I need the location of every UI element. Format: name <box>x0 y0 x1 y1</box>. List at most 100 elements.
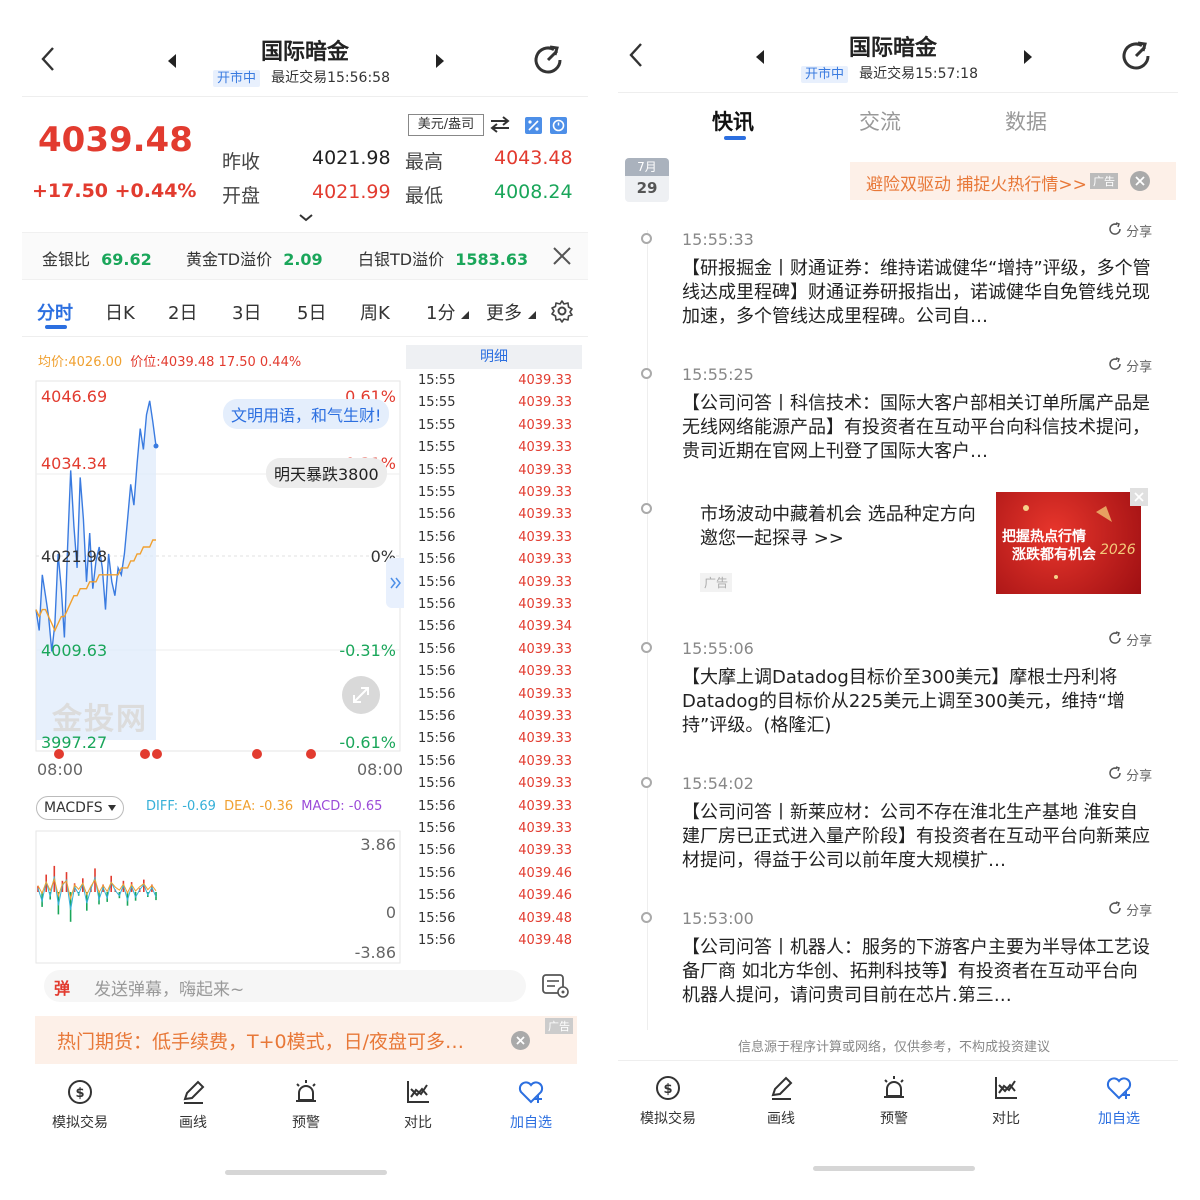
indicator-select[interactable]: MACDFS <box>36 796 124 820</box>
detail-panel-header: 明细 <box>406 345 582 369</box>
macd-dea: DEA: -0.36 <box>224 799 294 814</box>
toolbar-sim-trade[interactable]: $ 模拟交易 <box>612 1074 724 1128</box>
event-marker[interactable] <box>140 749 150 759</box>
chart-settings-button[interactable] <box>550 299 574 323</box>
toolbar-add-watchlist-label: 加自选 <box>1098 1111 1140 1127</box>
heart-plus-icon <box>518 1081 544 1104</box>
promo-text: 避险双驱动 捕捉火热行情>> <box>866 175 1087 195</box>
alarm-bell-icon <box>884 1076 904 1098</box>
detail-time: 15:55 <box>418 485 456 500</box>
dollar-coin-icon: $ <box>68 1080 92 1104</box>
detail-row: 15:56 4039.34 <box>406 619 582 641</box>
prev-instrument-button[interactable] <box>754 49 768 65</box>
expand-detail-handle[interactable] <box>386 558 404 608</box>
expand-quote-button[interactable] <box>298 208 314 222</box>
share-label: 分享 <box>1126 225 1153 240</box>
news-item[interactable]: 【研报掘金丨财通证券：维持诺诚健华“增持”评级，多个管线达成里程碑】财通证券研报… <box>682 257 1152 329</box>
ad-banner[interactable]: 热门期货：低手续费，T+0模式，日/夜盘可多… 广告 <box>35 1016 577 1064</box>
event-marker[interactable] <box>252 749 262 759</box>
currency-select[interactable]: 美元/盎司 <box>408 114 484 136</box>
promo-banner[interactable]: 避险双驱动 捕捉火热行情>> 广告 <box>850 162 1176 200</box>
close-ratio-bar-button[interactable] <box>552 246 572 266</box>
tab-3day[interactable]: 3日 <box>232 299 261 325</box>
detail-row: 15:56 4039.33 <box>406 687 582 709</box>
detail-time: 15:56 <box>418 933 456 948</box>
timeline-dot <box>641 642 652 653</box>
detail-time: 15:55 <box>418 417 456 433</box>
promo-tag: 广告 <box>1090 173 1118 189</box>
detail-price: 4039.33 <box>518 574 572 590</box>
tab-more[interactable]: 更多 <box>486 299 536 325</box>
detail-time: 15:56 <box>418 843 456 859</box>
news-item[interactable]: 【公司问答丨科信技术：国际大客户部相关订单所属产品是无线网络能源产品】有投资者在… <box>682 392 1152 464</box>
share-button[interactable]: 分享 <box>1108 765 1152 784</box>
tab-weekly-k[interactable]: 周K <box>360 299 390 325</box>
toolbar-compare[interactable]: 对比 <box>950 1074 1062 1128</box>
next-instrument-button[interactable] <box>434 53 448 69</box>
toolbar-draw-line[interactable]: 画线 <box>725 1074 837 1128</box>
tab-1min[interactable]: 1分 <box>426 299 470 325</box>
ad-item-image[interactable]: 把握热点行情 涨跌都有机会 2026 <box>996 492 1141 594</box>
prev-instrument-button[interactable] <box>166 53 180 69</box>
news-item[interactable]: 【公司问答丨新莱应材：公司不存在淮北生产基地 淮安自建厂房已正式进入量产阶段】有… <box>682 801 1152 873</box>
toolbar-divider <box>618 1060 1178 1061</box>
share-button[interactable]: 分享 <box>1108 630 1152 649</box>
toolbar-sim-trade[interactable]: $ 模拟交易 <box>24 1078 136 1132</box>
danmaku-input[interactable]: 弹 发送弹幕，嗨起来~ <box>44 970 526 1002</box>
news-item[interactable]: 【公司问答丨机器人：服务的下游客户主要为半导体工艺设备厂商 如北方华创、拓荆科技… <box>682 936 1152 1008</box>
chevron-down-icon <box>299 214 313 222</box>
pencil-icon <box>771 1076 793 1100</box>
y-tick-label-right: -0.31% <box>339 641 396 660</box>
refresh-button[interactable] <box>530 42 568 80</box>
tab-2day[interactable]: 2日 <box>168 299 197 325</box>
next-instrument-button[interactable] <box>1022 49 1036 65</box>
tab-discussion[interactable]: 交流 <box>859 106 901 136</box>
danmaku-settings-button[interactable] <box>541 972 571 1000</box>
tab-intraday[interactable]: 分时 <box>37 299 73 325</box>
refresh-button[interactable] <box>1118 38 1156 76</box>
fullscreen-button[interactable] <box>342 676 380 714</box>
toolbar-compare[interactable]: 对比 <box>362 1078 474 1132</box>
detail-row: 15:56 4039.33 <box>406 731 582 753</box>
toolbar-alert[interactable]: 预警 <box>838 1074 950 1128</box>
share-button[interactable]: 分享 <box>1108 221 1152 240</box>
back-button[interactable] <box>626 40 650 70</box>
percent-toggle[interactable] <box>525 117 542 134</box>
detail-row: 15:56 4039.33 <box>406 776 582 798</box>
detail-panel[interactable]: 明细 15:55 4039.33 15:55 4039.33 15:55 4039.33 1… <box>406 345 582 965</box>
right-screen: 国际暗金 开市中 最近交易15:57:18 快讯 交流 数据 7月 29 避险双… <box>600 0 1200 1200</box>
gold-silver-ratio-label: 金银比 <box>42 250 91 269</box>
event-marker[interactable] <box>306 749 316 759</box>
danmaku-bubble-1: 文明用语，和气生财! <box>223 399 390 429</box>
detail-price: 4039.33 <box>518 731 572 747</box>
swap-currency-button[interactable] <box>489 114 511 136</box>
detail-time: 15:55 <box>418 373 456 388</box>
share-button[interactable]: 分享 <box>1108 356 1152 375</box>
event-marker[interactable] <box>152 749 162 759</box>
close-ad-item-button[interactable] <box>1130 488 1148 506</box>
low-value: 4008.24 <box>494 181 573 203</box>
back-button[interactable] <box>38 44 62 74</box>
clock-toggle[interactable] <box>550 117 567 134</box>
toolbar-add-watchlist[interactable]: 加自选 <box>475 1078 587 1132</box>
tab-5day[interactable]: 5日 <box>297 299 326 325</box>
silver-td-premium: 白银TD溢价 1583.63 <box>358 246 528 270</box>
caret-right-icon <box>436 54 444 68</box>
x-axis-start: 08:00 <box>37 760 83 779</box>
ad-item-text: 市场波动中藏着机会 选品种定方向 邀您一起探寻 >> <box>700 504 976 549</box>
toolbar-draw-line[interactable]: 画线 <box>137 1078 249 1132</box>
toolbar-alert[interactable]: 预警 <box>250 1078 362 1132</box>
toolbar-add-watchlist[interactable]: 加自选 <box>1063 1074 1175 1128</box>
share-button[interactable]: 分享 <box>1108 900 1152 919</box>
news-time: 15:55:06 <box>682 639 754 658</box>
news-item[interactable]: 【大摩上调Datadog目标价至300美元】摩根士丹利将Datadog的目标价从… <box>682 666 1152 738</box>
last-trade-time: 最近交易15:56:58 <box>271 70 390 86</box>
close-promo-button[interactable] <box>1130 171 1150 191</box>
tab-news-flash[interactable]: 快讯 <box>712 106 754 136</box>
share-icon <box>1109 901 1121 914</box>
close-ad-button[interactable] <box>511 1031 530 1050</box>
x-axis-end: 08:00 <box>357 760 403 779</box>
tab-data[interactable]: 数据 <box>1005 106 1047 136</box>
ad-item[interactable]: 市场波动中藏着机会 选品种定方向 邀您一起探寻 >> <box>700 503 980 551</box>
tab-daily-k[interactable]: 日K <box>105 299 135 325</box>
